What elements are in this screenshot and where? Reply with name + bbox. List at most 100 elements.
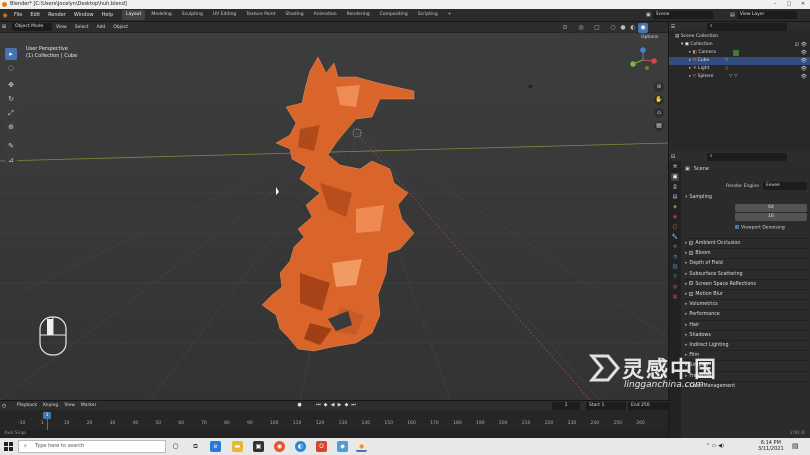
play-reverse-icon[interactable]: ◀ <box>329 402 336 409</box>
panel-shadows[interactable]: ▸ Shadows <box>685 329 809 339</box>
select-tool-icon[interactable]: ▸ <box>5 48 17 60</box>
pan-hand-icon[interactable]: ✋ <box>654 95 664 105</box>
task-view-icon[interactable]: ⧉ <box>190 441 201 452</box>
maximize-icon[interactable]: □ <box>782 0 796 9</box>
menu-help[interactable]: Help <box>98 9 117 22</box>
viewport-menu-select[interactable]: Select <box>71 22 93 33</box>
viewport-menu-view[interactable]: View <box>52 22 71 33</box>
solid-shading-icon[interactable]: ● <box>618 23 628 33</box>
file-explorer-icon[interactable]: ▬ <box>232 441 243 452</box>
options-button[interactable]: Options <box>641 35 658 40</box>
panel-enable-checkbox[interactable] <box>689 250 694 255</box>
panel-enable-checkbox[interactable] <box>689 281 694 286</box>
properties-type-icon[interactable]: ⊟ <box>669 154 677 160</box>
rendered-shading-icon[interactable]: ◉ <box>638 23 648 33</box>
view-layer-selector[interactable]: ▤ View Layer <box>730 11 797 19</box>
tab-modeling[interactable]: Modeling <box>147 10 175 20</box>
panel-hair[interactable]: ▸ Hair <box>685 319 809 329</box>
scene-field[interactable]: Scene <box>652 11 713 19</box>
world-tab-icon[interactable]: ◉ <box>671 213 679 221</box>
outliner-row-light[interactable]: ▸ ☀ Light ◇ 👁 <box>669 65 810 73</box>
measure-tool-icon[interactable]: ⊿ <box>5 154 17 166</box>
firefox-icon[interactable]: ◉ <box>274 441 285 452</box>
view-layer-field[interactable]: View Layer <box>736 11 797 19</box>
panel-screen-space-reflections[interactable]: ▸ Screen Space Reflections <box>685 278 809 288</box>
output-tab-icon[interactable]: ⎙ <box>671 183 679 191</box>
outliner-type-icon[interactable]: ☰ <box>669 24 677 30</box>
app-icon[interactable]: ◆ <box>337 441 348 452</box>
tab-compositing[interactable]: Compositing <box>376 10 412 20</box>
panel-depth-of-field[interactable]: ▸ Depth of Field <box>685 258 809 267</box>
tray-icons[interactable]: ⌃ ▭ ◀) <box>706 443 724 449</box>
menu-edit[interactable]: Edit <box>26 9 44 22</box>
outliner-row-collection[interactable]: ▾ ▣ Collection ☑ 👁 <box>669 41 810 49</box>
checkbox-icon[interactable]: ☑ <box>795 41 799 49</box>
cortana-icon[interactable]: ○ <box>170 441 181 452</box>
panel-volumetrics[interactable]: ▸ Volumetrics <box>685 299 809 308</box>
overlay-icon[interactable]: ◎ <box>576 23 586 33</box>
panel-enable-checkbox[interactable] <box>689 240 694 245</box>
camera-view-icon[interactable]: ⌂ <box>654 108 664 118</box>
store-icon[interactable]: ▣ <box>253 441 264 452</box>
object-tab-icon[interactable]: ▢ <box>671 223 679 231</box>
tab-animation[interactable]: Animation <box>310 10 341 20</box>
minimize-icon[interactable]: – <box>768 0 782 9</box>
panel-performance[interactable]: ▸ Performance <box>685 309 809 318</box>
material-shading-icon[interactable]: ◐ <box>628 23 638 33</box>
view-layer-tab-icon[interactable]: ▤ <box>671 193 679 201</box>
panel-bloom[interactable]: ▸ Bloom <box>685 248 809 257</box>
edge-browser-icon[interactable]: e <box>210 441 221 452</box>
taskbar-search-box[interactable]: ⌕ Type here to search <box>18 440 166 453</box>
next-keyframe-icon[interactable]: ◆ <box>343 402 350 409</box>
menu-file[interactable]: File <box>10 9 26 22</box>
panel-subsurface-scattering[interactable]: ▸ Subsurface Scattering <box>685 268 809 278</box>
panel-sampling[interactable]: ▾ Sampling <box>685 193 809 202</box>
annotate-tool-icon[interactable]: ✎ <box>5 140 17 152</box>
timeline-menu-marker[interactable]: Marker <box>78 401 100 410</box>
start-frame-field[interactable]: Start 1 <box>586 402 626 410</box>
cursor-tool-icon[interactable]: ◌ <box>5 62 17 74</box>
playhead[interactable]: 1 <box>43 412 51 419</box>
zoom-icon[interactable]: ⊕ <box>654 82 664 92</box>
tab-rendering[interactable]: Rendering <box>343 10 374 20</box>
mode-dropdown[interactable]: Object Mode <box>12 23 52 31</box>
taskbar-clock[interactable]: 6:14 PM 3/11/2021 <box>758 440 784 452</box>
editor-type-icon[interactable]: ⊞ <box>0 24 8 30</box>
edge-icon[interactable]: ◐ <box>295 441 306 452</box>
render-samples-field[interactable]: 64 <box>735 204 807 212</box>
scene-selector[interactable]: ▣ Scene <box>646 11 713 19</box>
outliner-row-cube[interactable]: ▸ ▽ Cube ▽ 👁 <box>669 57 810 65</box>
prev-keyframe-icon[interactable]: ◆ <box>322 402 329 409</box>
viewport-samples-field[interactable]: 16 <box>735 213 807 221</box>
render-tab-icon[interactable]: ▣ <box>671 173 679 181</box>
windows-start-icon[interactable] <box>4 442 13 451</box>
panel-motion-blur[interactable]: ▸ Motion Blur <box>685 289 809 298</box>
wireframe-shading-icon[interactable]: ○ <box>608 23 618 33</box>
add-workspace-button[interactable]: + <box>444 10 456 20</box>
menu-window[interactable]: Window <box>70 9 98 22</box>
tab-uv-editing[interactable]: UV Editing <box>209 10 240 20</box>
tab-texture-paint[interactable]: Texture Paint <box>242 10 279 20</box>
blender-taskbar-icon[interactable]: ◉ <box>356 441 367 452</box>
ortho-toggle-icon[interactable]: ▦ <box>654 121 664 131</box>
end-frame-field[interactable]: End 250 <box>628 402 668 410</box>
outliner-row-camera[interactable]: ▸ ◧ Camera 👁 <box>669 49 810 57</box>
timeline-editor-type-icon[interactable]: ◷ <box>0 403 8 409</box>
eye-icon[interactable]: 👁 <box>801 41 807 49</box>
properties-search-input[interactable]: ⌕ <box>707 152 787 161</box>
office-icon[interactable]: O <box>316 441 327 452</box>
jump-start-icon[interactable]: ⏮ <box>315 402 322 409</box>
play-icon[interactable]: ▶ <box>336 402 343 409</box>
scale-tool-icon[interactable]: ⤢ <box>5 107 17 119</box>
timeline-menu-view[interactable]: View <box>61 401 78 410</box>
tab-sculpting[interactable]: Sculpting <box>178 10 207 20</box>
close-icon[interactable]: ✕ <box>796 0 810 9</box>
timeline-menu-playback[interactable]: Playback <box>14 401 40 410</box>
eye-icon[interactable]: 👁 <box>801 73 807 81</box>
outliner-search-input[interactable]: ⌕ <box>707 22 787 31</box>
timeline-ruler[interactable]: -10 1 10 20 30 40 50 60 70 80 90 100 110 120 130 140 150… <box>0 410 668 431</box>
viewport-denoising-checkbox[interactable]: Viewport Denoising <box>735 225 785 231</box>
viewport-menu-add[interactable]: Add <box>93 22 110 33</box>
timeline-menu-keying[interactable]: Keying <box>40 401 61 410</box>
xray-icon[interactable]: ▢ <box>592 23 602 33</box>
